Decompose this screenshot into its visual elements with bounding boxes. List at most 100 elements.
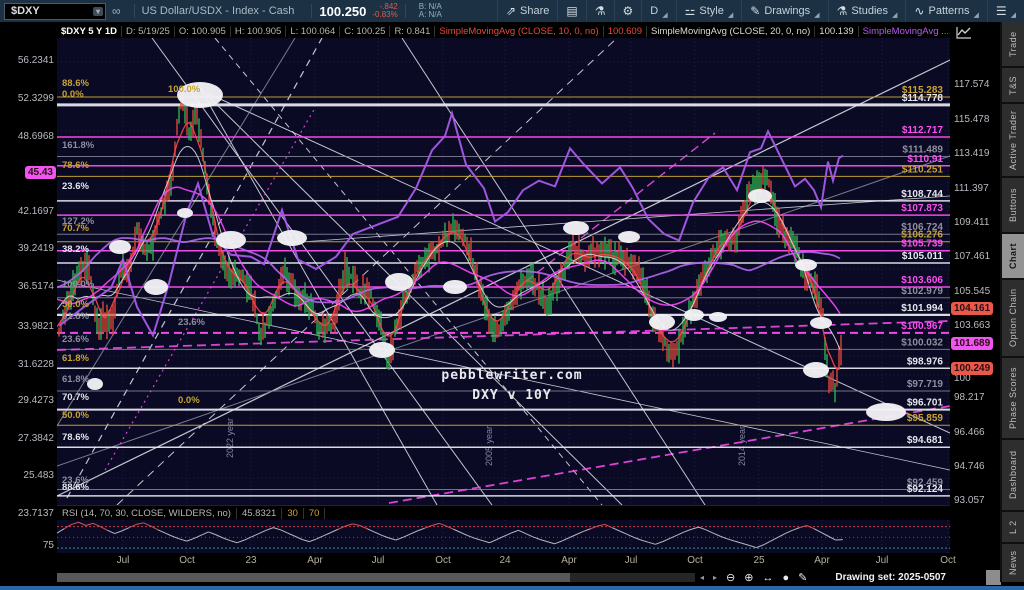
sidebar-tab-buttons[interactable]: Buttons	[1002, 178, 1024, 232]
symbol-dropdown-caret[interactable]: ▾	[92, 6, 103, 16]
sidebar-tab-dashboard[interactable]: Dashboard	[1002, 440, 1024, 510]
scrollbar-thumb[interactable]	[57, 573, 570, 582]
chart-plot-area[interactable]: 2022 year 2005 year 2014 year 88.6% 0.0% 100.…	[57, 38, 950, 505]
pan-hand-icon[interactable]: ●	[782, 572, 789, 584]
left-price-axis[interactable]: 56.2341 52.3299 48.6968 42.1697 39.2419 36.51…	[0, 22, 57, 577]
caret-icon: ◢	[727, 12, 734, 19]
study-label[interactable]: SimpleMovingAvg (CLOSE, 10, 0, no)	[435, 25, 604, 37]
share-button[interactable]: ⇗ Share	[496, 0, 557, 22]
sidebar-tab-l-2[interactable]: L 2	[1002, 512, 1024, 542]
trendline[interactable]	[199, 87, 438, 505]
zoom-in-icon[interactable]: ⊕	[744, 571, 753, 584]
ellipse-annotation[interactable]	[649, 314, 675, 330]
trendline[interactable]	[199, 87, 623, 505]
price-level-label: $107.873	[901, 203, 943, 214]
caret-icon: ◢	[1010, 12, 1016, 19]
rsi-oversold-value: 30	[282, 508, 304, 519]
sidebar-tab-active-trader[interactable]: Active Trader	[1002, 104, 1024, 176]
ellipse-annotation[interactable]	[216, 231, 246, 249]
ellipse-annotation[interactable]	[748, 189, 772, 203]
sidebar-tab-trade[interactable]: Trade	[1002, 22, 1024, 66]
price-bubble: 104.161	[951, 302, 994, 315]
scroll-right-icon[interactable]: ▸	[713, 573, 717, 582]
ellipse-annotation[interactable]	[795, 259, 817, 271]
symbol-input[interactable]: $DXY ▾	[4, 2, 106, 20]
rsi-study-header: RSI (14, 70, 30, CLOSE, WILDERS, no) 45.8…	[57, 505, 950, 521]
symbol-value: $DXY	[11, 5, 40, 17]
ellipse-annotation[interactable]	[866, 403, 906, 421]
bottom-control-bar: ◂ ▸ ⊖ ⊕ ↔ ● ✎ Drawing set: 2025-0507	[0, 569, 1001, 586]
resize-grip[interactable]	[986, 570, 1001, 585]
sidebar-tab-option-chain[interactable]: Option Chain	[1002, 280, 1024, 356]
pan-icon[interactable]: ↔	[762, 572, 773, 584]
more-button[interactable]: ☰ ◢	[986, 0, 1024, 22]
scroll-left-icon[interactable]: ◂	[700, 573, 704, 582]
ellipse-annotation[interactable]	[803, 362, 829, 378]
trendline[interactable]	[151, 38, 493, 505]
patterns-button[interactable]: ∿ Patterns ◢	[905, 0, 986, 22]
settings-button[interactable]: ⚙	[613, 0, 642, 22]
price-tick: 52.3299	[17, 93, 54, 104]
rsi-study-label[interactable]: RSI (14, 70, 30, CLOSE, WILDERS, no)	[57, 508, 237, 519]
ellipse-annotation[interactable]	[144, 279, 168, 295]
ellipse-annotation[interactable]	[443, 280, 467, 294]
chart-scrollbar[interactable]	[57, 573, 695, 582]
menu-icon: ☰	[995, 4, 1007, 18]
pencil-icon: ✎	[750, 4, 761, 18]
drawings-button[interactable]: ✎ Drawings ◢	[741, 0, 827, 22]
price-tick: 103.663	[954, 320, 991, 331]
flask-icon: ⚗	[594, 4, 606, 18]
trendline[interactable]	[104, 107, 316, 471]
price-tick: 109.411	[954, 217, 990, 228]
trendline[interactable]	[388, 405, 950, 504]
right-price-axis[interactable]: 117.574 115.478 113.419 111.397 109.411 107.4…	[950, 22, 1000, 573]
zoom-out-icon[interactable]: ⊖	[726, 571, 735, 584]
ask-value: A: N/A	[418, 10, 442, 19]
sidebar-tab-phase-scores[interactable]: Phase Scores	[1002, 358, 1024, 438]
studies-button[interactable]: ⚗ Studies ◢	[827, 0, 906, 22]
rsi-plot-area[interactable]	[56, 520, 950, 553]
price-change: -.842 -0.83%	[372, 3, 397, 19]
price-tick: 23.7137	[17, 508, 54, 519]
sidebar-tab-news[interactable]: News	[1002, 544, 1024, 582]
caret-icon: ◢	[662, 12, 668, 19]
style-button-label: Style	[699, 5, 724, 17]
ellipse-annotation[interactable]	[709, 312, 727, 322]
time-axis[interactable]: Jul Oct 23 Apr Jul Oct 24 Apr Jul Oct 25 Apr Jul Oct	[0, 553, 1000, 569]
price-level-label: $110.251	[902, 164, 944, 175]
price-level-label: $97.719	[907, 379, 944, 390]
study-label[interactable]: SimpleMovingAvg (CLOSE, 20, 0, no)	[647, 25, 816, 37]
fib-level-label: 78.6%	[62, 432, 89, 443]
sidebar-tab-chart[interactable]: Chart	[1002, 234, 1024, 278]
ellipse-annotation[interactable]	[385, 273, 413, 291]
notes-button[interactable]: ▤	[557, 0, 585, 22]
study-label[interactable]: SimpleMovingAvg ...	[859, 26, 950, 37]
ellipse-annotation[interactable]	[109, 240, 131, 254]
ellipse-annotation[interactable]	[369, 342, 395, 358]
trendline[interactable]	[401, 38, 706, 505]
price-level-label: $98.976	[907, 356, 944, 367]
ellipse-annotation[interactable]	[177, 208, 193, 218]
sidebar-tab-t-s[interactable]: T&S	[1002, 68, 1024, 102]
time-tick: Oct	[940, 555, 956, 566]
ellipse-annotation[interactable]	[87, 378, 103, 390]
link-icon[interactable]: ∞	[112, 4, 121, 18]
chart-title: $DXY 5 Y 1D	[57, 25, 122, 37]
ellipse-annotation[interactable]	[563, 221, 589, 235]
style-button[interactable]: ⚍ Style ◢	[675, 0, 742, 22]
drawing-tools-icon[interactable]: ✎	[798, 571, 807, 584]
ellipse-annotation[interactable]	[684, 309, 704, 321]
ellipse-annotation[interactable]	[618, 231, 640, 243]
ellipse-annotation[interactable]	[810, 317, 832, 329]
yield-price-bubble: 45.43	[24, 166, 56, 179]
trendline[interactable]	[214, 38, 603, 505]
fib-level-label: 23.6%	[62, 181, 89, 192]
ellipse-annotation[interactable]	[277, 230, 307, 246]
trendline[interactable]	[116, 38, 618, 505]
time-tick: Jul	[116, 555, 130, 566]
chart-snapshot-icon[interactable]	[956, 26, 972, 39]
divider	[311, 4, 313, 18]
timeframe-button[interactable]: D ◢	[641, 0, 675, 22]
quick-study-button[interactable]: ⚗	[585, 0, 614, 22]
time-tick: Apr	[814, 555, 830, 566]
